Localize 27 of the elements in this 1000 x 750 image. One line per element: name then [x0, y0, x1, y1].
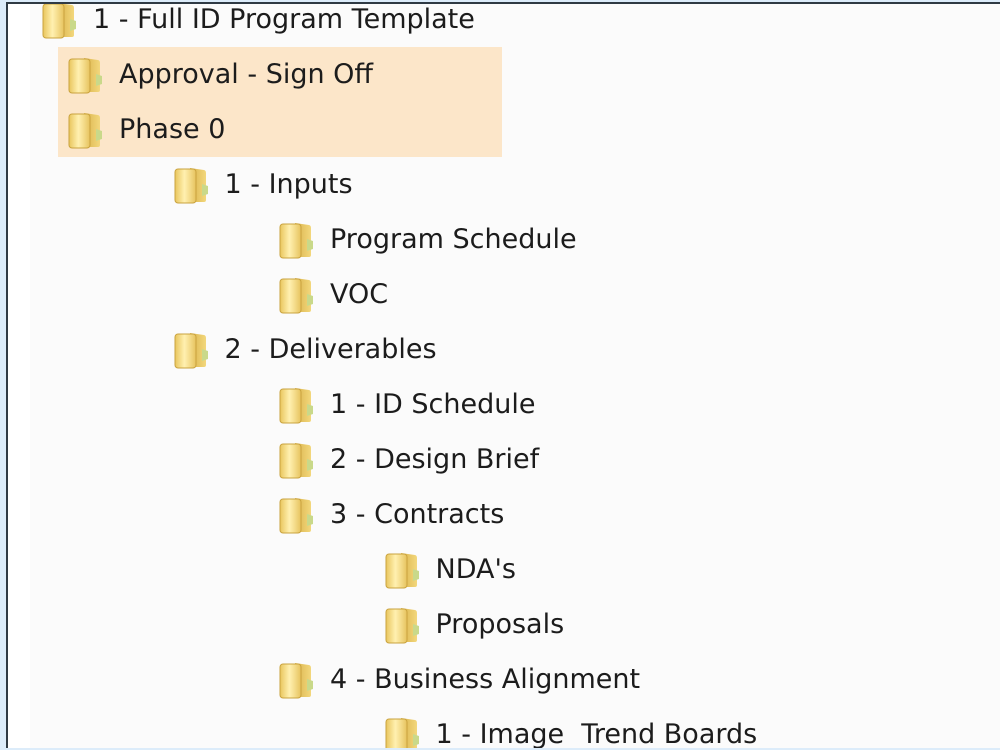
tree-item[interactable]: 1 - Full ID Program Template — [32, 4, 502, 47]
folder-icon — [68, 110, 102, 148]
folder-icon — [279, 386, 313, 424]
folder-icon — [42, 4, 76, 38]
tree-item[interactable]: 1 - Inputs — [164, 157, 502, 212]
folder-icon — [384, 716, 418, 748]
tree-item[interactable]: 4 - Business Alignment — [269, 652, 652, 707]
folder-icon — [279, 440, 313, 478]
folder-icon — [279, 496, 313, 534]
tree-item[interactable]: 3 - Contracts — [269, 487, 516, 542]
tree-item[interactable]: 2 - Deliverables — [164, 322, 502, 377]
folder-icon — [384, 550, 418, 588]
folder-icon — [68, 56, 102, 94]
folder-icon — [279, 660, 313, 698]
folder-icon — [279, 276, 313, 314]
folder-icon — [384, 606, 418, 644]
tree-item[interactable]: Program Schedule — [269, 212, 589, 267]
tree-item[interactable]: Approval - Sign Off — [58, 47, 502, 102]
folder-icon — [174, 330, 208, 368]
tree-item[interactable]: 1 - ID Schedule — [269, 377, 548, 432]
tree-item[interactable]: NDA's — [374, 542, 528, 597]
tree-item[interactable]: Phase 0 — [58, 102, 502, 157]
tree-item[interactable]: 2 - Design Brief — [269, 432, 552, 487]
tree-item[interactable]: VOC — [269, 267, 502, 322]
folder-icon — [279, 220, 313, 258]
folder-icon — [174, 166, 208, 204]
tree-item[interactable]: Proposals — [374, 597, 576, 652]
